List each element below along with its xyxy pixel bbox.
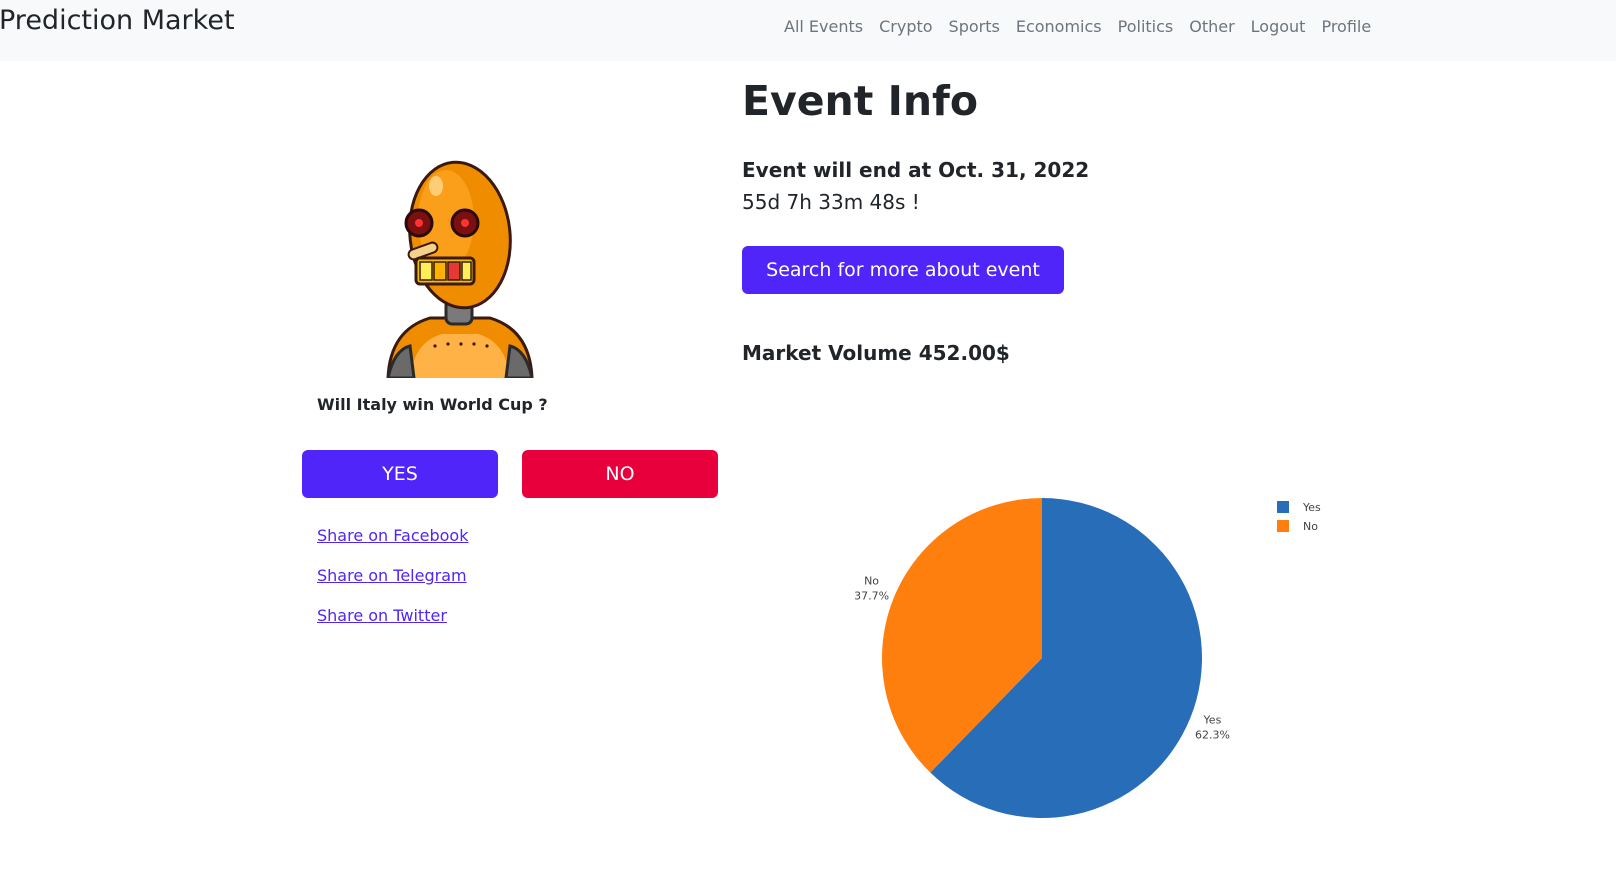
legend-label-yes[interactable]: Yes (1302, 501, 1321, 514)
share-telegram-link[interactable]: Share on Telegram (317, 566, 467, 585)
no-button[interactable]: NO (522, 450, 718, 498)
pie-label-yes: Yes (1203, 713, 1222, 726)
nav-profile[interactable]: Profile (1321, 17, 1371, 36)
nav-logout[interactable]: Logout (1251, 17, 1306, 36)
nav-other[interactable]: Other (1189, 17, 1234, 36)
robot-avatar-image (386, 160, 534, 378)
event-info-title: Event Info (742, 77, 979, 125)
event-question: Will Italy win World Cup ? (317, 395, 548, 414)
market-volume: Market Volume 452.00$ (742, 341, 1010, 365)
legend-swatch-yes[interactable] (1277, 501, 1289, 513)
nav-all-events[interactable]: All Events (784, 17, 863, 36)
event-end-date: Event will end at Oct. 31, 2022 (742, 158, 1090, 182)
market-volume-value: 452.00$ (918, 341, 1010, 365)
pie-label-no: No (864, 575, 879, 588)
brand-link[interactable]: Prediction Market (0, 5, 235, 36)
search-event-button[interactable]: Search for more about event (742, 246, 1064, 294)
share-facebook-link[interactable]: Share on Facebook (317, 526, 468, 545)
event-countdown: 55d 7h 33m 48s ! (742, 190, 920, 214)
yes-button[interactable]: YES (302, 450, 498, 498)
navbar: Prediction Market All Events Crypto Spor… (0, 0, 1616, 61)
legend-label-no[interactable]: No (1303, 520, 1318, 533)
nav-links: All Events Crypto Sports Economics Polit… (784, 17, 1387, 36)
pie-percent-yes: 62.3% (1195, 728, 1230, 741)
pie-percent-no: 37.7% (854, 590, 889, 603)
nav-economics[interactable]: Economics (1016, 17, 1102, 36)
market-pie-chart: Yes 62.3% No 37.7% Yes No (854, 498, 1321, 818)
nav-politics[interactable]: Politics (1118, 17, 1174, 36)
market-volume-label: Market Volume (742, 341, 912, 365)
nav-crypto[interactable]: Crypto (879, 17, 932, 36)
nav-sports[interactable]: Sports (949, 17, 1000, 36)
legend-swatch-no[interactable] (1277, 520, 1289, 532)
share-twitter-link[interactable]: Share on Twitter (317, 606, 447, 625)
